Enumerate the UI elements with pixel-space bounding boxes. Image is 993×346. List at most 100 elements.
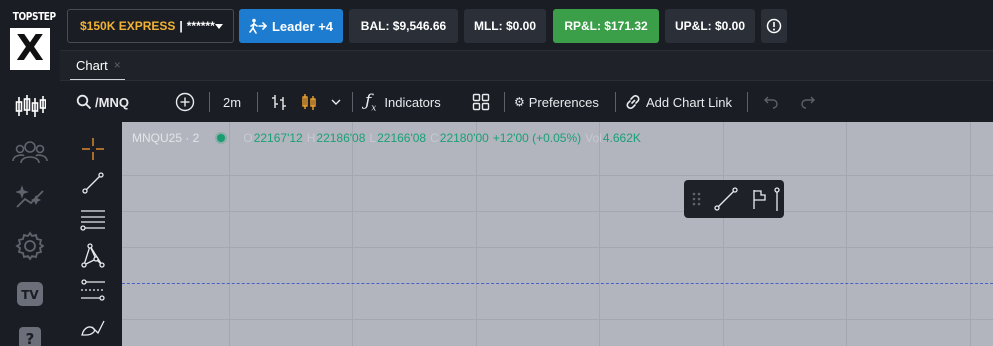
leader-label: Leader +4 (271, 18, 334, 34)
logo-mark: X (10, 28, 50, 70)
redo-button[interactable] (800, 81, 816, 123)
drawing-tools (60, 122, 122, 346)
pattern-icon[interactable] (80, 242, 106, 268)
chevron-down-icon (215, 24, 223, 29)
trend-line-icon[interactable] (80, 170, 106, 196)
compare-symbol-button[interactable] (175, 81, 195, 123)
interval-button[interactable]: 2m (223, 81, 241, 123)
last-price-line (122, 283, 993, 284)
chevron-down-icon (331, 99, 341, 105)
legend-high-key: H (306, 131, 316, 145)
account-selector[interactable]: $150K EXPRESS | ****** (67, 9, 234, 43)
function-icon: ƒx (365, 90, 377, 114)
close-icon[interactable]: × (114, 58, 121, 72)
toolbar-divider (747, 92, 748, 112)
ohlc-legend: MNQU25 · 2 O 22167'12 H 22186'08 L 22166… (132, 131, 645, 145)
legend-change: +12'00 (+0.05%) (492, 131, 582, 145)
tab-chart[interactable]: Chart × (70, 51, 125, 81)
grid-line (229, 122, 230, 346)
market-status-icon (217, 134, 226, 142)
symbol-label: /MNQ (95, 94, 129, 110)
candlestick-icon[interactable] (12, 90, 48, 122)
logo-wordmark: TOPSTEP (12, 10, 56, 23)
realized-pnl-badge: RP&L: $171.32 (553, 9, 659, 43)
trading-app: TOPSTEP X TV ? $150K EXPRESS | ****** Le… (0, 0, 993, 346)
add-circle-icon (175, 92, 195, 112)
legend-high: 22186'08 (316, 131, 366, 145)
toolbar-divider (209, 92, 210, 112)
legend-symbol[interactable]: MNQU25 · 2 (132, 131, 199, 145)
grid-layout-icon (472, 93, 490, 111)
trend-line-icon[interactable] (714, 187, 738, 211)
bar-style-button[interactable] (270, 81, 288, 123)
crosshair-icon[interactable] (80, 136, 106, 162)
balance-badge: BAL: $9,546.66 (349, 9, 458, 43)
toolbar-divider (352, 92, 353, 112)
account-name: $150K EXPRESS (80, 19, 176, 33)
legend-low-key: L (369, 131, 377, 145)
account-id-masked: ****** (186, 19, 215, 33)
info-icon (766, 18, 782, 34)
tv-icon[interactable]: TV (12, 278, 48, 310)
help-icon[interactable]: ? (12, 322, 48, 346)
ohlc-bars-icon (272, 95, 286, 110)
undo-icon (764, 96, 778, 109)
channel-icon[interactable] (80, 277, 106, 303)
chart-type-dropdown[interactable] (330, 81, 342, 123)
add-chart-link-button[interactable]: Add Chart Link (625, 81, 732, 123)
users-icon[interactable] (12, 136, 48, 168)
preferences-button[interactable]: ⚙ Preferences (514, 81, 599, 123)
grid-line (122, 247, 993, 248)
chart-toolbar: /MNQ 2m ƒx Indicators ⚙ Preferences Add … (60, 80, 993, 122)
tab-chart-label: Chart (76, 57, 108, 73)
svg-text:TV: TV (21, 288, 39, 302)
candle-style-button[interactable] (300, 81, 318, 123)
floating-drawing-toolbar (684, 180, 784, 218)
search-icon (76, 94, 92, 110)
grid-line (122, 319, 993, 320)
brush-icon[interactable] (80, 314, 106, 340)
legend-close-key: C (430, 131, 439, 145)
link-icon (626, 95, 640, 109)
legend-close: 22180'00 (439, 131, 489, 145)
grid-line (970, 122, 971, 346)
toolbar-divider (504, 92, 505, 112)
grid-line (122, 211, 993, 212)
grid-line (352, 122, 353, 346)
left-rail: TOPSTEP X TV ? (0, 0, 60, 346)
grid-line (122, 175, 993, 176)
grid-line (476, 122, 477, 346)
legend-open: 22167'12 (253, 131, 303, 145)
gear-icon: ⚙ (514, 95, 525, 109)
add-chart-link-label: Add Chart Link (646, 94, 732, 110)
indicators-button[interactable]: ƒx Indicators (365, 81, 441, 123)
grid-line (599, 122, 600, 346)
tab-bar: Chart × (60, 50, 993, 81)
leader-button[interactable]: Leader +4 (239, 9, 343, 43)
flag-marker-icon[interactable] (750, 187, 770, 211)
preferences-label: Preferences (528, 94, 599, 110)
grid-line (723, 122, 724, 346)
svg-text:?: ? (26, 330, 35, 346)
legend-low: 22166'08 (377, 131, 427, 145)
symbol-search[interactable]: /MNQ (76, 81, 129, 123)
drag-handle-icon[interactable] (690, 190, 704, 208)
legend-vol: 4.662K (602, 131, 641, 145)
sparkle-chart-icon[interactable] (12, 182, 48, 214)
chart-canvas[interactable]: MNQU25 · 2 O 22167'12 H 22186'08 L 22166… (122, 122, 993, 346)
unrealized-pnl-badge: UP&L: $0.00 (665, 9, 755, 43)
layout-button[interactable] (472, 81, 490, 123)
info-button[interactable] (761, 9, 787, 43)
undo-button[interactable] (763, 81, 779, 123)
grid-line (846, 122, 847, 346)
candles-icon (302, 94, 316, 110)
follow-leader-icon (249, 18, 267, 34)
fib-lines-icon[interactable] (80, 206, 106, 232)
mll-badge: MLL: $0.00 (464, 9, 546, 43)
toolbar-divider (615, 92, 616, 112)
vertical-line-icon[interactable] (772, 186, 782, 212)
redo-icon (801, 96, 815, 109)
legend-open-key: O (243, 131, 253, 145)
toolbar-divider (257, 92, 258, 112)
gear-icon[interactable] (12, 230, 48, 262)
